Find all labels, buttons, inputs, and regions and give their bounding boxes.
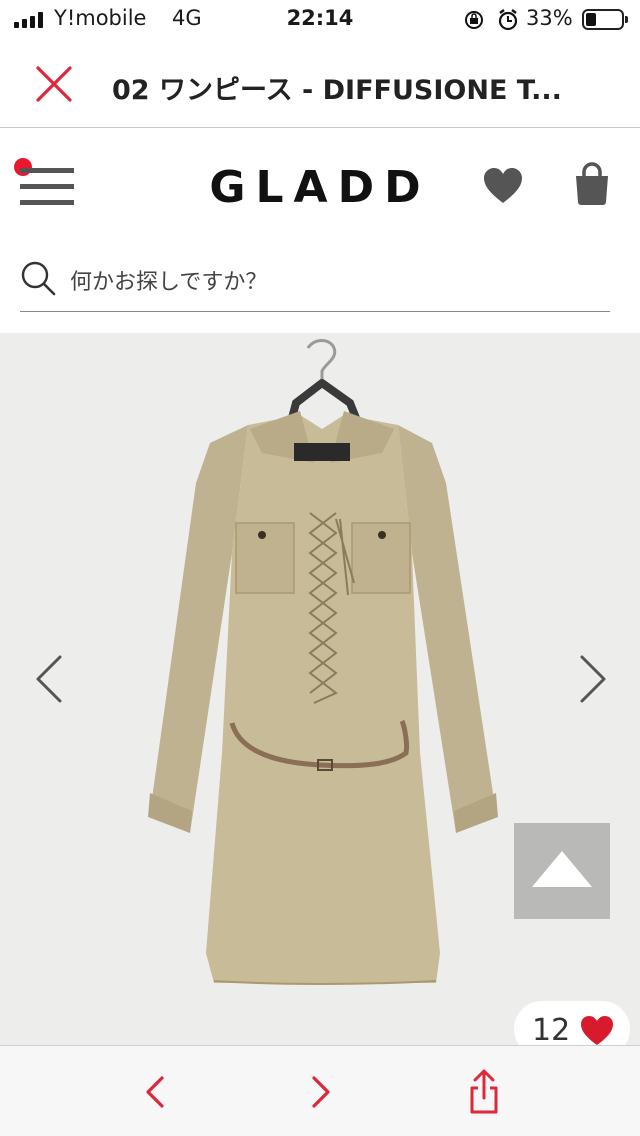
chevron-left-icon[interactable] [28, 649, 68, 709]
search-input[interactable]: 何かお探しですか？ [70, 264, 267, 296]
like-count: 12 [532, 1013, 571, 1045]
status-bar: Y!mobile 4G 22:14 33% [0, 0, 640, 40]
shopping-bag-icon[interactable] [572, 162, 612, 206]
page-title: 02 ワンピース - DIFFUSIONE T... [112, 75, 562, 106]
product-image-carousel[interactable]: 12 [0, 333, 640, 1045]
close-icon[interactable] [34, 64, 74, 104]
browser-bottom-toolbar [0, 1045, 640, 1136]
hamburger-menu-button[interactable] [14, 156, 78, 212]
back-button[interactable] [134, 1068, 178, 1116]
scroll-to-top-button[interactable] [514, 823, 610, 919]
search-icon[interactable] [20, 260, 56, 296]
share-icon[interactable] [462, 1068, 506, 1116]
rotation-lock-and-alarm-icons [465, 9, 518, 31]
product-photo-dress [148, 339, 498, 985]
forward-button[interactable] [298, 1068, 342, 1116]
like-count-button[interactable]: 12 [514, 1001, 630, 1045]
site-logo[interactable]: GLADD [190, 162, 450, 213]
notification-badge [14, 158, 32, 176]
browser-title-bar: 02 ワンピース - DIFFUSIONE T... [0, 40, 640, 128]
heart-icon[interactable] [482, 166, 524, 206]
search-bar[interactable]: 何かお探しですか？ [20, 252, 610, 312]
chevron-right-icon[interactable] [574, 649, 614, 709]
battery-percent: 33% [526, 6, 573, 30]
heart-icon [581, 1016, 613, 1045]
battery-icon [582, 9, 628, 30]
hamburger-menu-icon [20, 168, 74, 173]
